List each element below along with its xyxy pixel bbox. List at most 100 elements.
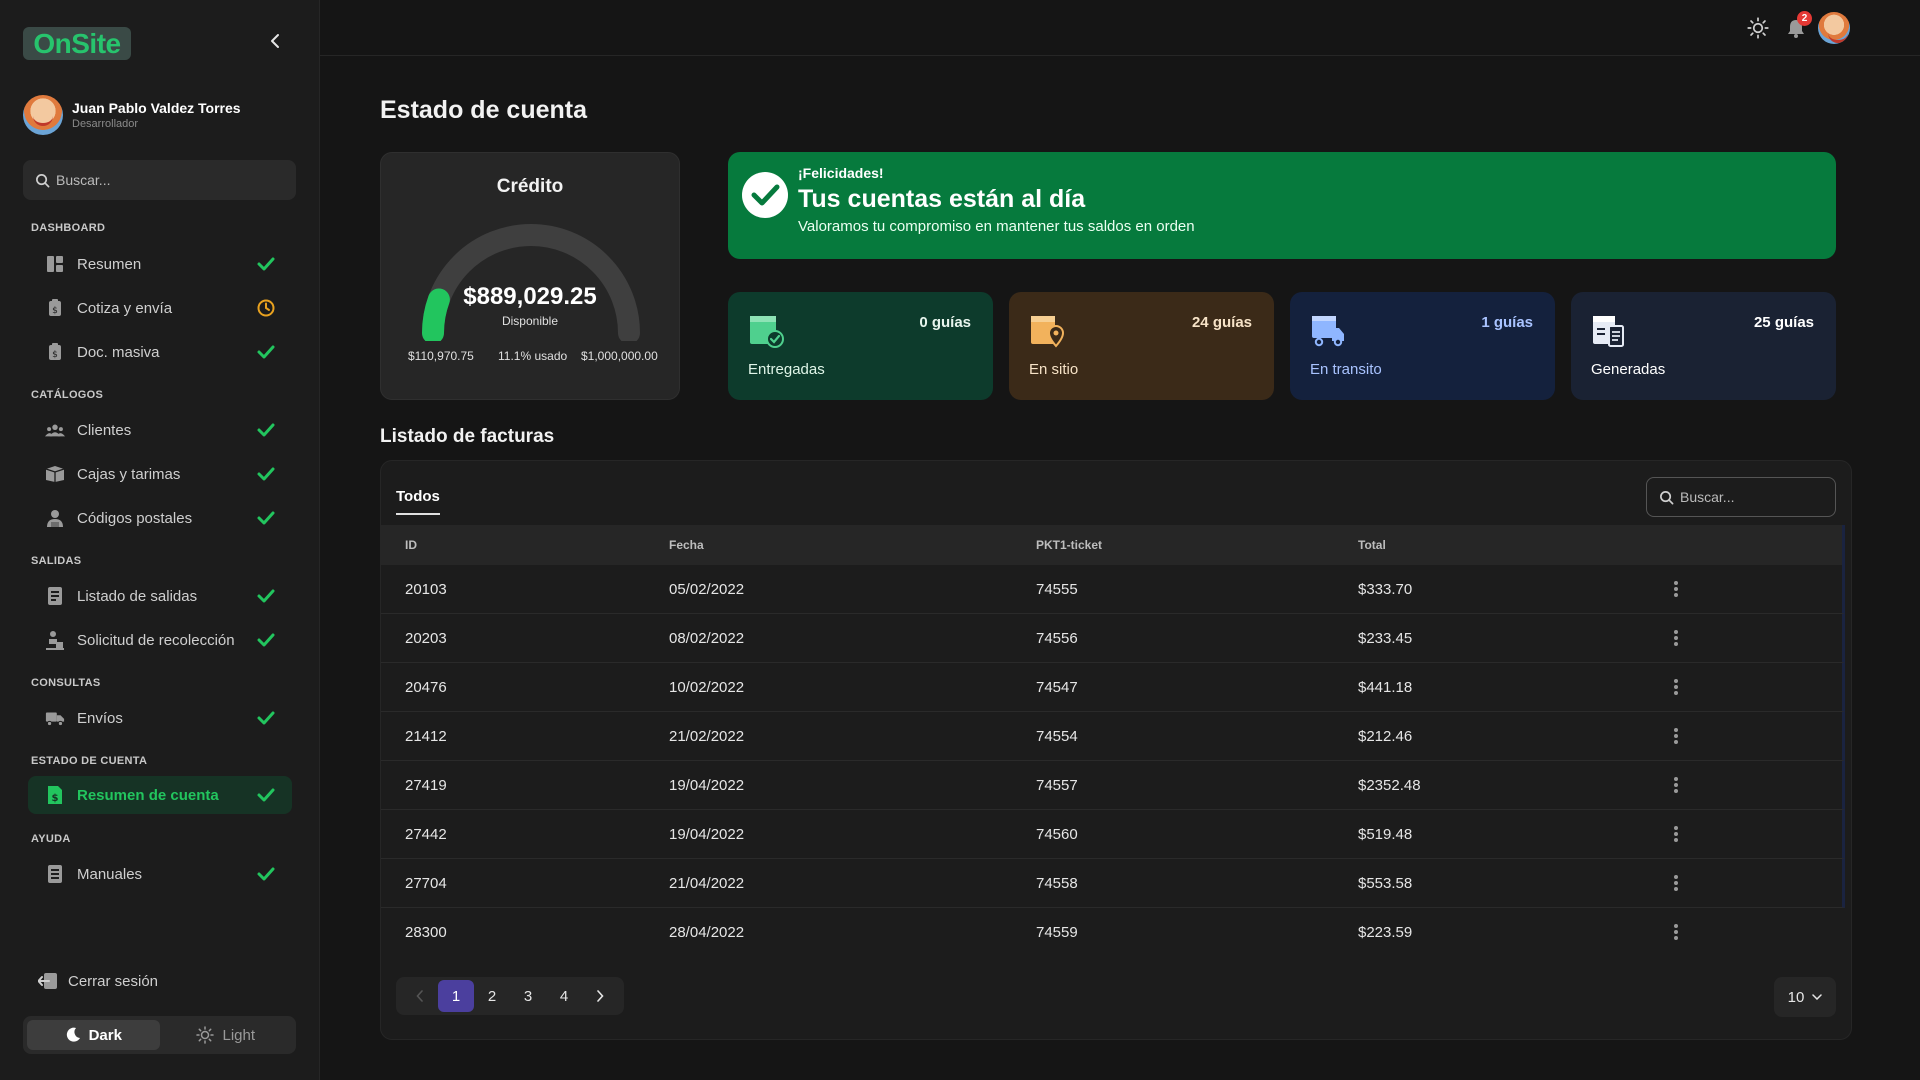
sidebar-item-manuales[interactable]: Manuales [28,855,292,893]
app-logo[interactable]: OnSite [23,27,131,60]
pickup-icon [45,630,65,650]
stat-card-generadas[interactable]: 25 guías Generadas [1571,292,1836,400]
table-body: 20103 05/02/2022 74555 $333.70 20203 08/… [381,565,1845,957]
pagination-prev[interactable] [402,980,438,1012]
success-banner: ¡Felicidades! Tus cuentas están al día V… [728,152,1836,259]
users-icon [45,420,65,440]
sidebar-search-input[interactable] [56,172,276,188]
check-icon [257,257,275,271]
more-vertical-icon[interactable] [1671,922,1681,942]
column-header-ticket[interactable]: PKT1-ticket [1036,538,1102,552]
stat-card-en-transito[interactable]: 1 guías En transito [1290,292,1555,400]
pagination-page[interactable]: 4 [546,980,582,1012]
page-size-value: 10 [1787,988,1805,1006]
chevron-left-icon [416,990,423,1002]
sidebar-item-resumen-cuenta[interactable]: $ Resumen de cuenta [28,776,292,814]
credit-available: $889,029.25 [463,283,597,310]
theme-light-button[interactable]: Light [160,1020,293,1050]
pagination-page[interactable]: 1 [438,980,474,1012]
logout-button[interactable]: Cerrar sesión [38,972,158,990]
logout-icon [38,973,57,989]
more-vertical-icon[interactable] [1671,628,1681,648]
cell-total: $519.48 [1358,826,1413,843]
column-header-id[interactable]: ID [405,538,417,552]
sidebar-item-recoleccion[interactable]: Solicitud de recolección [28,621,292,659]
sidebar-item-clientes[interactable]: Clientes [28,411,292,449]
truck-icon [45,708,65,728]
sidebar-item-envios[interactable]: Envíos [28,699,292,737]
column-header-total[interactable]: Total [1358,538,1386,552]
sun-icon [196,1026,215,1044]
cell-total: $233.45 [1358,630,1413,647]
pagination-page[interactable]: 2 [474,980,510,1012]
table-row[interactable]: 27419 19/04/2022 74557 $2352.48 [381,761,1845,810]
pagination-next[interactable] [582,980,618,1012]
cell-fecha: 05/02/2022 [669,581,745,598]
more-vertical-icon[interactable] [1671,873,1681,893]
table-row[interactable]: 20203 08/02/2022 74556 $233.45 [381,614,1845,663]
cell-total: $212.46 [1358,728,1413,745]
sidebar-search [23,160,296,200]
cell-ticket: 74557 [1036,777,1078,794]
more-vertical-icon[interactable] [1671,775,1681,795]
stat-card-en-sitio[interactable]: 24 guías En sitio [1009,292,1274,400]
cell-ticket: 74560 [1036,826,1078,843]
invoices-title: Listado de facturas [380,426,555,447]
section-title-estado-cuenta: ESTADO DE CUENTA [31,755,148,767]
page-title: Estado de cuenta [380,96,587,124]
table-row[interactable]: 20103 05/02/2022 74555 $333.70 [381,565,1845,614]
table-row[interactable]: 27704 21/04/2022 74558 $553.58 [381,859,1845,908]
cell-fecha: 10/02/2022 [669,679,745,696]
column-header-fecha[interactable]: Fecha [669,538,704,552]
more-vertical-icon[interactable] [1671,579,1681,599]
more-vertical-icon[interactable] [1671,726,1681,746]
sidebar-item-resumen[interactable]: Resumen [28,245,292,283]
cell-id: 20203 [405,630,447,647]
sidebar-item-label: Doc. masiva [77,343,160,361]
notifications-button[interactable]: 2 [1780,11,1812,44]
cell-ticket: 74547 [1036,679,1078,696]
table-row[interactable]: 21412 21/02/2022 74554 $212.46 [381,712,1845,761]
svg-text:$: $ [52,306,58,316]
sidebar-item-listado-salidas[interactable]: Listado de salidas [28,577,292,615]
list-icon [45,586,65,606]
table-row[interactable]: 28300 28/04/2022 74559 $223.59 [381,908,1845,957]
user-profile[interactable]: Juan Pablo Valdez Torres Desarrollador [23,95,241,135]
cell-ticket: 74558 [1036,875,1078,892]
postal-icon [45,508,65,528]
sidebar-item-codigos-postales[interactable]: Códigos postales [28,499,292,537]
check-icon [257,423,275,437]
table-row[interactable]: 27442 19/04/2022 74560 $519.48 [381,810,1845,859]
collapse-sidebar-button[interactable] [264,30,286,52]
table-row[interactable]: 20476 10/02/2022 74547 $441.18 [381,663,1845,712]
more-vertical-icon[interactable] [1671,824,1681,844]
check-icon [257,589,275,603]
sidebar-item-cotiza[interactable]: $ Cotiza y envía [28,289,292,327]
credit-available-label: Disponible [501,314,559,328]
check-icon [257,867,275,881]
cell-id: 20476 [405,679,447,696]
pagination-page[interactable]: 3 [510,980,546,1012]
user-avatar [23,95,63,135]
cell-total: $553.58 [1358,875,1413,892]
user-name: Juan Pablo Valdez Torres [72,100,241,116]
credit-used-pct: 11.1% usado [498,349,568,363]
invoice-search-input[interactable] [1680,489,1830,505]
sidebar-item-cajas[interactable]: Cajas y tarimas [28,455,292,493]
sidebar-item-doc-masiva[interactable]: $ Doc. masiva [28,333,292,371]
user-avatar-menu[interactable] [1818,12,1850,44]
credit-limit: $1,000,000.00 [581,349,658,363]
stat-card-entregadas[interactable]: 0 guías Entregadas [728,292,993,400]
manual-icon [45,864,65,884]
section-title-salidas: SALIDAS [31,555,82,567]
tab-todos[interactable]: Todos [396,488,440,515]
theme-dark-label: Dark [88,1026,122,1044]
cell-fecha: 21/02/2022 [669,728,745,745]
pagination: 1 2 3 4 [396,977,624,1015]
theme-switch-button[interactable] [1742,12,1774,44]
theme-dark-button[interactable]: Dark [27,1020,160,1050]
cell-fecha: 21/04/2022 [669,875,745,892]
page-size-select[interactable]: 10 [1774,977,1836,1017]
more-vertical-icon[interactable] [1671,677,1681,697]
cell-fecha: 08/02/2022 [669,630,745,647]
